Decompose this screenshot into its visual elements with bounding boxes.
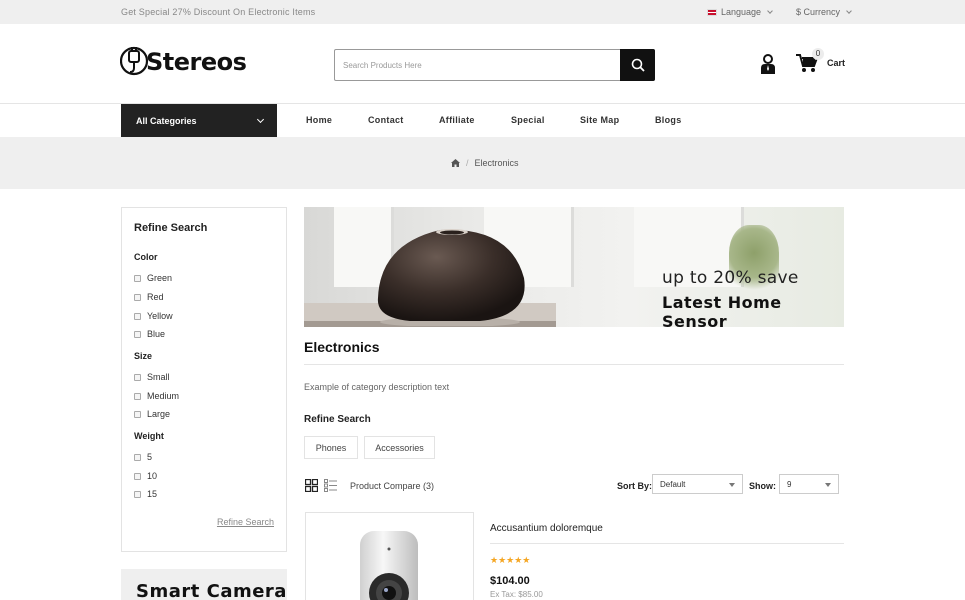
filter-group-size: Size [134,351,153,361]
chevron-down-icon [767,7,773,14]
filter-option-label: 10 [147,471,158,481]
filter-option-label: Large [147,409,171,419]
filter-weight-5[interactable]: 5 [134,452,152,462]
sort-by-label: Sort By: [617,481,653,491]
promo-text: Get Special 27% Discount On Electronic I… [121,7,316,17]
checkbox[interactable] [134,330,141,338]
nav-item-special[interactable]: Special [511,115,545,125]
cart-count-badge: 0 [812,48,824,60]
logo-text: Stereos [146,48,247,76]
refine-search-link[interactable]: Refine Search [217,517,274,527]
show-select-value: 9 [787,479,792,489]
currency-dropdown[interactable]: $ Currency [796,7,852,17]
nav-item-site-map[interactable]: Site Map [580,115,619,125]
category-banner[interactable]: up to 20% save Latest Home Sensor [304,207,844,327]
checkbox[interactable] [134,392,141,400]
checkbox[interactable] [134,373,141,381]
search-input[interactable] [335,50,620,80]
checkbox[interactable] [134,453,141,461]
filter-option-label: Yellow [147,311,173,321]
chevron-down-icon [256,115,265,124]
search-icon [631,58,645,72]
filter-option-label: Small [147,372,170,382]
sort-select-value: Default [660,479,686,489]
filter-option-label: 5 [147,452,153,462]
checkbox[interactable] [134,293,141,301]
filter-size-small[interactable]: Small [134,372,170,382]
home-sensor-image [377,229,525,326]
star-rating: ★★★★★ [490,555,531,565]
top-bar: Get Special 27% Discount On Electronic I… [0,0,965,24]
language-dropdown[interactable]: Language [707,7,773,17]
site-logo[interactable]: Stereos [120,44,247,80]
checkbox[interactable] [134,274,141,282]
checkbox[interactable] [134,490,141,498]
list-view-icon[interactable] [324,479,337,492]
checkbox[interactable] [134,410,141,418]
dropdown-arrow-icon [825,483,831,487]
nav-item-affiliate[interactable]: Affiliate [439,115,475,125]
filter-option-label: Blue [147,329,166,339]
breadcrumb-separator: / [466,158,469,168]
filter-group-color: Color [134,252,158,262]
filter-option-label: Medium [147,391,180,401]
all-categories-label: All Categories [136,115,197,126]
search-bar [334,49,655,81]
chevron-down-icon [846,7,852,14]
checkbox[interactable] [134,472,141,480]
filter-option-label: Green [147,273,173,283]
nav-item-home[interactable]: Home [306,115,332,125]
divider [304,364,844,365]
product-name-link[interactable]: Accusantium doloremque [490,523,603,534]
nav-item-contact[interactable]: Contact [368,115,404,125]
uk-flag-icon [707,8,717,16]
filter-color-blue[interactable]: Blue [134,329,165,339]
filter-size-large[interactable]: Large [134,409,170,419]
cart-label[interactable]: Cart [827,58,845,68]
product-image-card[interactable] [305,512,474,600]
banner-headline: Latest Home Sensor [662,293,782,327]
subcategory-accessories-button[interactable]: Accessories [364,436,435,459]
filter-group-weight: Weight [134,431,164,441]
filter-color-green[interactable]: Green [134,273,172,283]
subcategory-phones-button[interactable]: Phones [304,436,358,459]
banner-discount-text: up to 20% save [662,268,799,288]
filter-color-red[interactable]: Red [134,292,164,302]
filter-weight-15[interactable]: 15 [134,489,157,499]
category-description: Example of category description text [304,382,450,392]
security-camera-image [360,531,418,600]
search-button[interactable] [620,49,655,81]
product-price: $104.00 [490,575,530,587]
refine-search-panel: Refine Search Color Green Red Yellow Blu… [121,207,287,552]
breadcrumb: / Electronics [451,158,519,168]
product-ex-tax: Ex Tax: $85.00 [490,590,543,599]
smart-camera-promo-text: Smart Camera [136,581,287,600]
subcategory-refine-title: Refine Search [304,414,371,425]
breadcrumb-current[interactable]: Electronics [475,158,519,168]
refine-search-title: Refine Search [134,222,208,234]
filter-size-medium[interactable]: Medium [134,391,179,401]
smart-camera-promo[interactable]: Smart Camera [121,569,287,600]
category-title: Electronics [304,339,380,355]
filter-weight-10[interactable]: 10 [134,471,157,481]
show-label: Show: [749,481,776,491]
language-label: Language [721,7,762,17]
home-icon[interactable] [451,159,460,167]
sort-select[interactable]: Default [652,474,743,494]
currency-label: $ Currency [796,7,841,17]
filter-option-label: Red [147,292,164,302]
plug-logo-icon [120,46,149,76]
filter-color-yellow[interactable]: Yellow [134,311,173,321]
user-account-icon[interactable] [759,54,777,74]
dropdown-arrow-icon [729,483,735,487]
nav-item-blogs[interactable]: Blogs [655,115,682,125]
all-categories-button[interactable]: All Categories [121,104,277,137]
product-compare-link[interactable]: Product Compare (3) [350,481,434,491]
checkbox[interactable] [134,312,141,320]
divider [490,543,844,544]
show-select[interactable]: 9 [779,474,839,494]
grid-view-icon[interactable] [305,479,318,492]
filter-option-label: 15 [147,489,158,499]
